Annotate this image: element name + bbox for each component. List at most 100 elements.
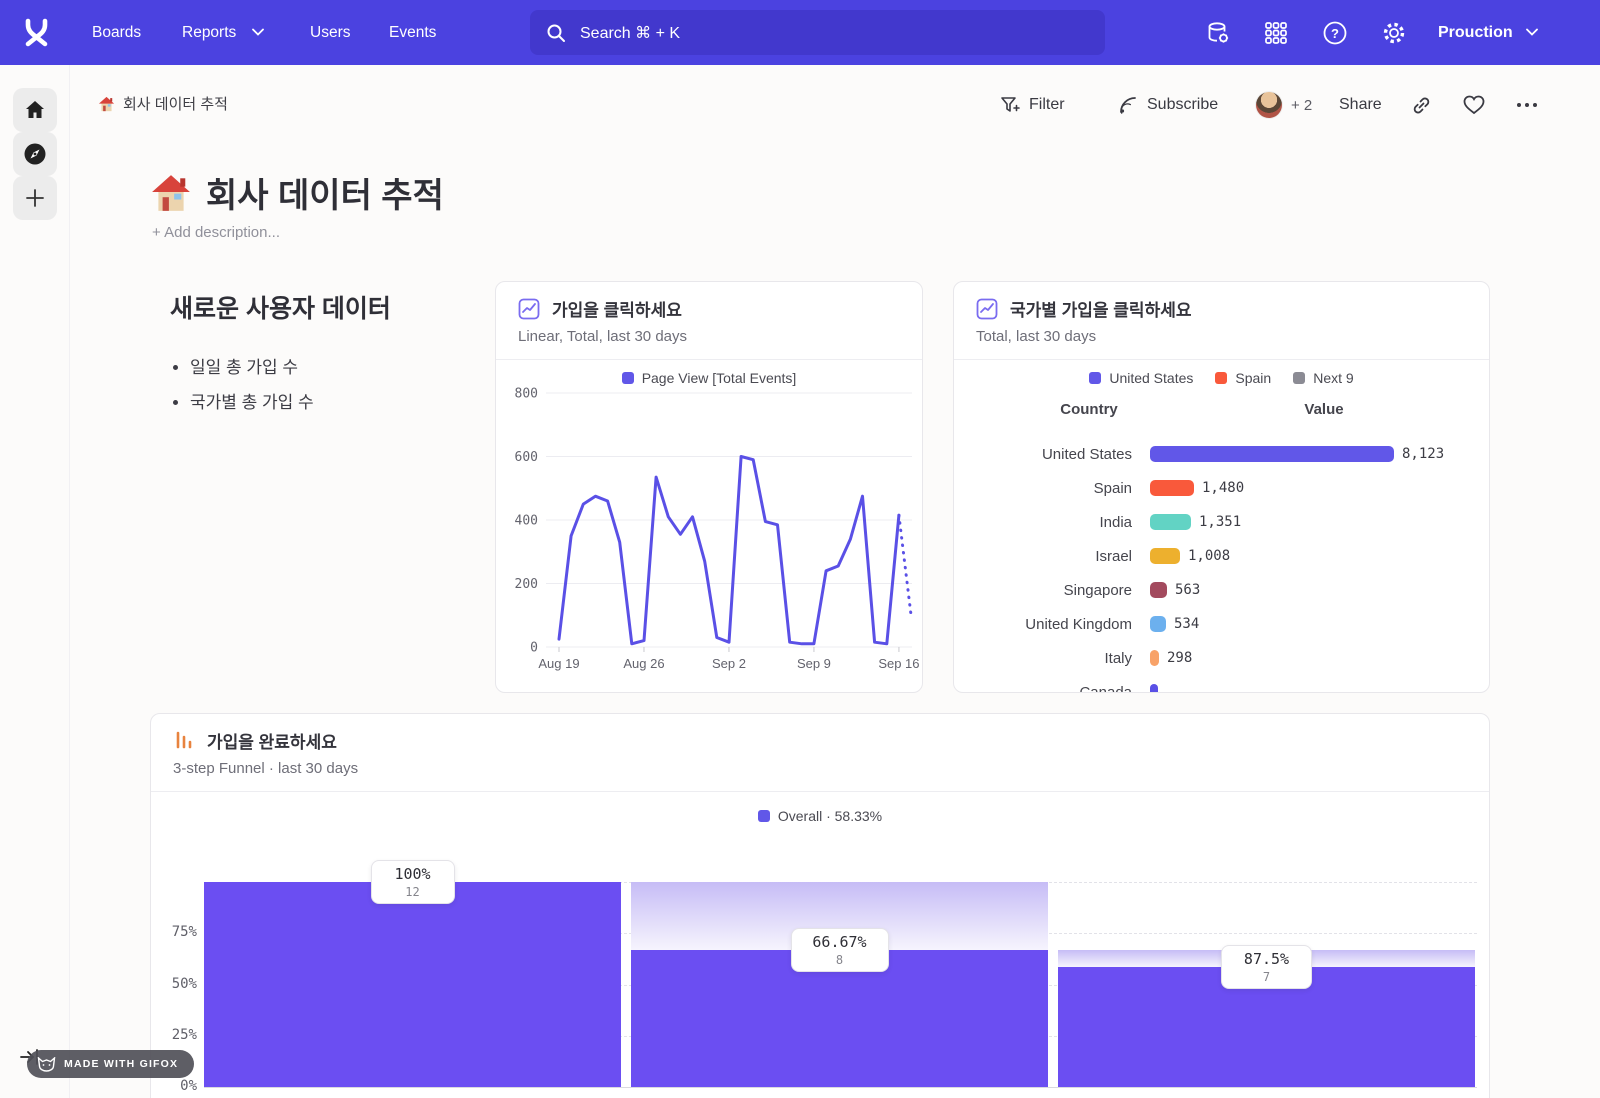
- x-axis-tick: Sep 2: [712, 656, 746, 671]
- funnel-bar[interactable]: [204, 882, 621, 1087]
- more-options-icon[interactable]: [1512, 90, 1542, 120]
- chevron-down-icon: [252, 28, 264, 36]
- filter-button[interactable]: Filter: [1000, 90, 1065, 120]
- bar-chart-legend: United States Spain Next 9: [954, 370, 1489, 386]
- step-pct: 87.5%: [1222, 950, 1311, 968]
- value-bar[interactable]: [1150, 548, 1180, 564]
- gifox-label: MADE WITH GIFOX: [64, 1058, 178, 1070]
- gear-icon[interactable]: [1378, 17, 1410, 49]
- add-description-button[interactable]: + Add description...: [152, 224, 280, 241]
- search-placeholder: Search ⌘ + K: [580, 23, 680, 43]
- y-axis-tick: 75%: [151, 924, 197, 940]
- help-icon[interactable]: ?: [1319, 17, 1351, 49]
- list-item: 일일 총 가입 수: [190, 353, 490, 378]
- country-label: Singapore: [954, 582, 1150, 599]
- nav-users[interactable]: Users: [310, 0, 350, 65]
- step-count: 8: [792, 953, 888, 967]
- copy-link-icon[interactable]: [1406, 90, 1436, 120]
- x-axis-tick: Sep 9: [797, 656, 831, 671]
- value-label: 298: [1167, 650, 1192, 666]
- legend-label: Spain: [1235, 370, 1271, 386]
- search-input[interactable]: Search ⌘ + K: [530, 10, 1105, 55]
- value-bar[interactable]: [1150, 616, 1166, 632]
- line-chart-icon: [518, 298, 540, 320]
- create-plus-icon[interactable]: [13, 176, 57, 220]
- nav-reports[interactable]: Reports: [182, 0, 236, 65]
- funnel-step-badge[interactable]: 66.67% 8: [791, 928, 889, 972]
- line-series[interactable]: [559, 457, 899, 644]
- country-label: Canada: [954, 684, 1150, 694]
- favorite-heart-icon[interactable]: [1459, 90, 1489, 120]
- top-nav: Boards Reports Users Events Search ⌘ + K: [0, 0, 1600, 65]
- data-settings-icon[interactable]: [1202, 17, 1234, 49]
- line-chart-subtitle: Linear, Total, last 30 days: [518, 328, 687, 345]
- y-axis-tick: 0: [530, 641, 538, 656]
- value-bar[interactable]: [1150, 446, 1394, 462]
- table-row[interactable]: United Kingdom534: [954, 607, 1490, 641]
- country-label: Spain: [954, 480, 1150, 497]
- rss-icon: [1118, 95, 1138, 115]
- nav-boards[interactable]: Boards: [92, 0, 141, 65]
- funnel-chart-title: 가입을 완료하세요: [207, 728, 337, 753]
- page-title: 회사 데이터 추적: [150, 168, 444, 217]
- chevron-down-icon: [1526, 28, 1538, 36]
- subscribe-button[interactable]: Subscribe: [1118, 90, 1218, 120]
- country-label: Israel: [954, 548, 1150, 565]
- table-row[interactable]: India1,351: [954, 505, 1490, 539]
- value-label: 8,123: [1402, 446, 1444, 462]
- value-label: 1,008: [1188, 548, 1230, 564]
- y-axis-tick: 400: [515, 514, 538, 529]
- table-row[interactable]: Spain1,480: [954, 471, 1490, 505]
- line-chart-plot[interactable]: 0200400600800Aug 19Aug 26Sep 2Sep 9Sep 1…: [496, 366, 922, 692]
- value-bar[interactable]: [1150, 480, 1194, 496]
- funnel-step-badge[interactable]: 100% 12: [371, 860, 455, 904]
- avatar: [1256, 92, 1282, 118]
- table-row[interactable]: Canada: [954, 675, 1490, 693]
- table-row[interactable]: Singapore 563: [954, 573, 1490, 607]
- line-chart-card[interactable]: 가입을 클릭하세요 Linear, Total, last 30 days Pa…: [495, 281, 923, 693]
- value-bar[interactable]: [1150, 650, 1159, 666]
- line-series-incomplete: [899, 515, 911, 615]
- breadcrumb-label: 회사 데이터 추적: [123, 93, 228, 114]
- legend-item[interactable]: Spain: [1215, 370, 1271, 386]
- share-button[interactable]: Share: [1339, 90, 1382, 120]
- text-card: 새로운 사용자 데이터 일일 총 가입 수 국가별 총 가입 수: [150, 281, 490, 423]
- value-label: 534: [1174, 616, 1199, 632]
- bar-chart-card[interactable]: 국가별 가입을 클릭하세요 Total, last 30 days United…: [953, 281, 1490, 693]
- legend-item[interactable]: Next 9: [1293, 370, 1353, 386]
- home-icon[interactable]: [13, 88, 57, 132]
- breadcrumb[interactable]: 회사 데이터 추적: [98, 93, 228, 114]
- value-bar[interactable]: [1150, 582, 1167, 598]
- value-bar[interactable]: [1150, 684, 1158, 693]
- extra-collaborators: + 2: [1291, 97, 1312, 114]
- x-axis-line: [204, 1087, 1477, 1088]
- apps-grid-icon[interactable]: [1260, 17, 1292, 49]
- step-pct: 66.67%: [792, 933, 888, 951]
- x-axis-tick: Aug 19: [538, 656, 579, 671]
- left-rail: [0, 65, 70, 1098]
- page-title-text: 회사 데이터 추적: [206, 168, 444, 217]
- table-row[interactable]: United States8,123: [954, 437, 1490, 471]
- search-icon: [546, 23, 566, 43]
- step-count: 12: [372, 885, 454, 899]
- bar-chart-title: 국가별 가입을 클릭하세요: [1010, 296, 1192, 321]
- project-selector[interactable]: Prouction: [1438, 0, 1513, 65]
- list-item: 국가별 총 가입 수: [190, 388, 490, 413]
- table-row[interactable]: Italy298: [954, 641, 1490, 675]
- y-axis-tick: 25%: [151, 1027, 197, 1043]
- funnel-chart-icon: [173, 730, 195, 752]
- funnel-chart-card[interactable]: 가입을 완료하세요 3-step Funnel · last 30 days O…: [150, 713, 1490, 1098]
- value-label: 563: [1175, 582, 1200, 598]
- table-row[interactable]: Israel 1,008: [954, 539, 1490, 573]
- explore-compass-icon[interactable]: [13, 132, 57, 176]
- funnel-plot[interactable]: 0%25%50%75%100%1266.67%887.5%7: [151, 798, 1490, 1098]
- nav-events[interactable]: Events: [389, 0, 436, 65]
- mixpanel-logo-icon[interactable]: [20, 16, 53, 49]
- value-bar[interactable]: [1150, 514, 1191, 530]
- funnel-step-badge[interactable]: 87.5%7: [1221, 945, 1312, 989]
- legend-item[interactable]: United States: [1089, 370, 1193, 386]
- step-pct: 100%: [372, 865, 454, 883]
- bar-chart-subtitle: Total, last 30 days: [976, 328, 1096, 345]
- made-with-gifox-badge[interactable]: MADE WITH GIFOX: [27, 1050, 194, 1078]
- collaborators[interactable]: + 2: [1256, 90, 1312, 120]
